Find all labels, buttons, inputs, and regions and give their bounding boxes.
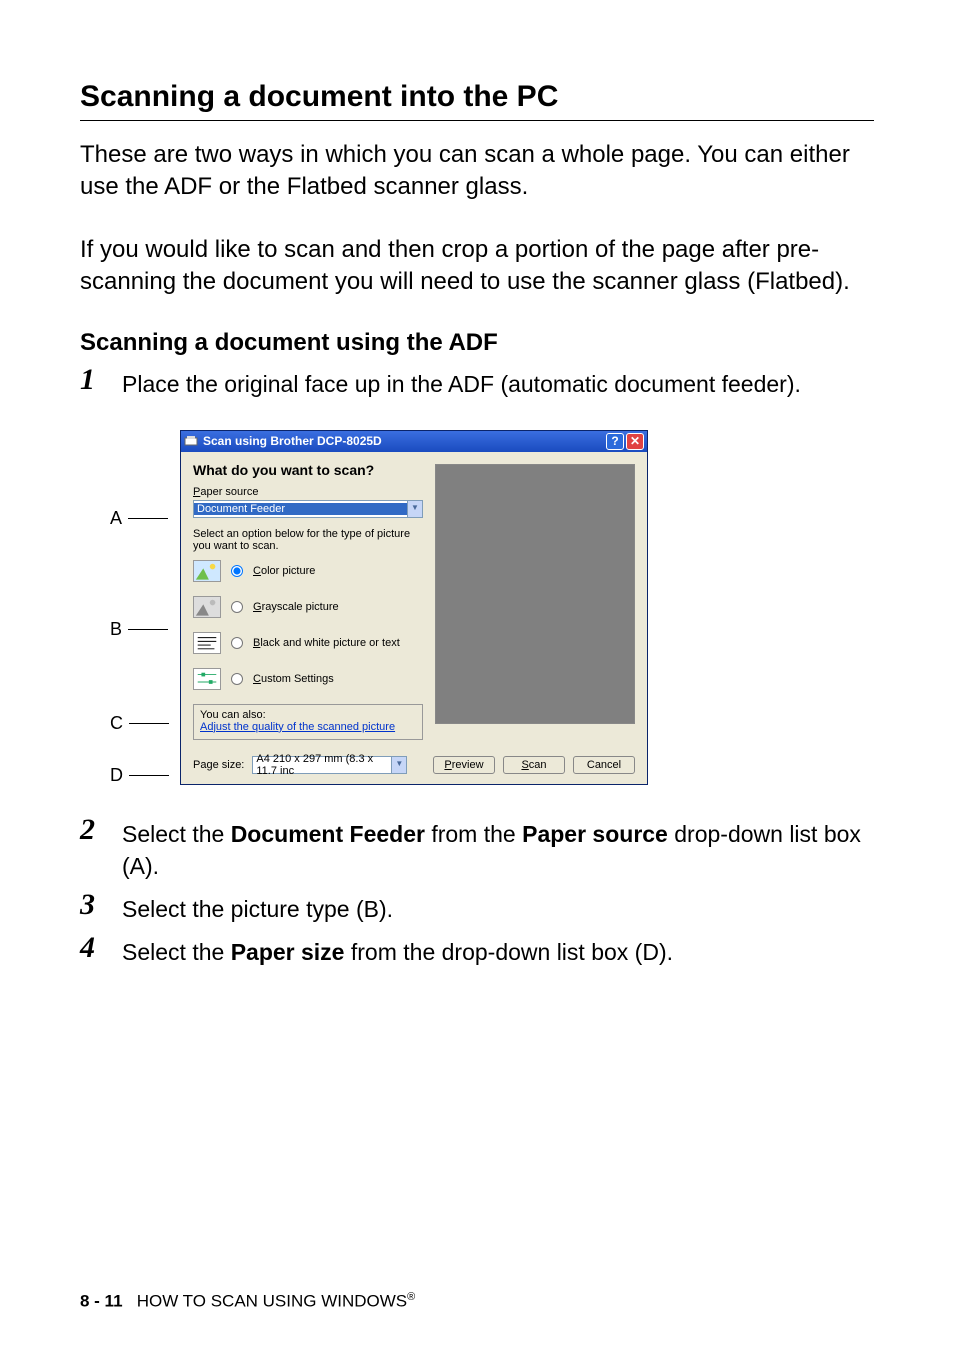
page-heading: Scanning a document into the PC: [80, 80, 874, 121]
footer-text: HOW TO SCAN USING WINDOWS: [137, 1292, 407, 1311]
callout-a: A: [110, 508, 168, 529]
radio-custom[interactable]: [231, 673, 243, 685]
step-number: 1: [80, 365, 122, 395]
cancel-button[interactable]: Cancel: [573, 756, 635, 774]
option-color[interactable]: Color picture: [193, 560, 423, 582]
step-text: Place the original face up in the ADF (a…: [122, 365, 874, 400]
page-size-select[interactable]: A4 210 x 297 mm (8.3 x 11.7 inc ▼: [252, 756, 407, 774]
scanner-icon: [184, 434, 198, 448]
radio-grayscale[interactable]: [231, 601, 243, 613]
option-label: Black and white picture or text: [253, 637, 400, 649]
scan-button[interactable]: Scan: [503, 756, 565, 774]
registered-mark: ®: [407, 1291, 415, 1303]
custom-settings-icon: [193, 668, 221, 690]
step-text: Select the Paper size from the drop-down…: [122, 933, 874, 968]
adjust-quality-box: You can also: Adjust the quality of the …: [193, 704, 423, 740]
scan-dialog: Scan using Brother DCP-8025D ? ✕ What do…: [180, 430, 648, 785]
paragraph-2: If you would like to scan and then crop …: [80, 234, 874, 299]
radio-bw[interactable]: [231, 637, 243, 649]
radio-color[interactable]: [231, 565, 243, 577]
option-custom[interactable]: Custom Settings: [193, 668, 423, 690]
callout-b: B: [110, 619, 168, 640]
step-number: 4: [80, 933, 122, 963]
step-text: Select the picture type (B).: [122, 890, 874, 925]
dialog-titlebar: Scan using Brother DCP-8025D ? ✕: [181, 431, 647, 452]
chevron-down-icon[interactable]: ▼: [407, 501, 422, 517]
paper-source-select[interactable]: Document Feeder ▼: [193, 500, 423, 518]
callout-d: D: [110, 765, 169, 786]
option-instruction: Select an option below for the type of p…: [193, 528, 423, 552]
help-button[interactable]: ?: [606, 433, 624, 450]
step-number: 2: [80, 815, 122, 845]
adjust-quality-link[interactable]: Adjust the quality of the scanned pictur…: [200, 721, 395, 733]
callout-c: C: [110, 713, 169, 734]
page-size-label: Page size:: [193, 759, 244, 771]
step-4: 4 Select the Paper size from the drop-do…: [80, 933, 874, 968]
dialog-title: Scan using Brother DCP-8025D: [203, 434, 382, 448]
paragraph-1: These are two ways in which you can scan…: [80, 139, 874, 204]
text-icon: [193, 632, 221, 654]
adjust-prefix: You can also:: [200, 709, 416, 721]
step-number: 3: [80, 890, 122, 920]
close-button[interactable]: ✕: [626, 433, 644, 450]
preview-button[interactable]: Preview: [433, 756, 495, 774]
option-grayscale[interactable]: Grayscale picture: [193, 596, 423, 618]
step-text: Select the Document Feeder from the Pape…: [122, 815, 874, 882]
grayscale-photo-icon: [193, 596, 221, 618]
screenshot-figure: A B C D Scan using Brother DCP-8025D ? ✕…: [110, 430, 874, 785]
step-2: 2 Select the Document Feeder from the Pa…: [80, 815, 874, 882]
step-3: 3 Select the picture type (B).: [80, 890, 874, 925]
color-photo-icon: [193, 560, 221, 582]
option-label: Custom Settings: [253, 673, 334, 685]
page-number: 8 - 11: [80, 1292, 123, 1311]
page-footer: 8 - 11 HOW TO SCAN USING WINDOWS®: [80, 1291, 415, 1312]
paper-source-label: Paper source: [193, 486, 423, 498]
option-bw[interactable]: Black and white picture or text: [193, 632, 423, 654]
option-label: Grayscale picture: [253, 601, 339, 613]
subheading: Scanning a document using the ADF: [80, 329, 874, 357]
chevron-down-icon[interactable]: ▼: [391, 757, 406, 773]
step-1: 1 Place the original face up in the ADF …: [80, 365, 874, 400]
preview-area: [435, 464, 635, 724]
dialog-heading: What do you want to scan?: [193, 462, 423, 478]
option-label: Color picture: [253, 565, 315, 577]
